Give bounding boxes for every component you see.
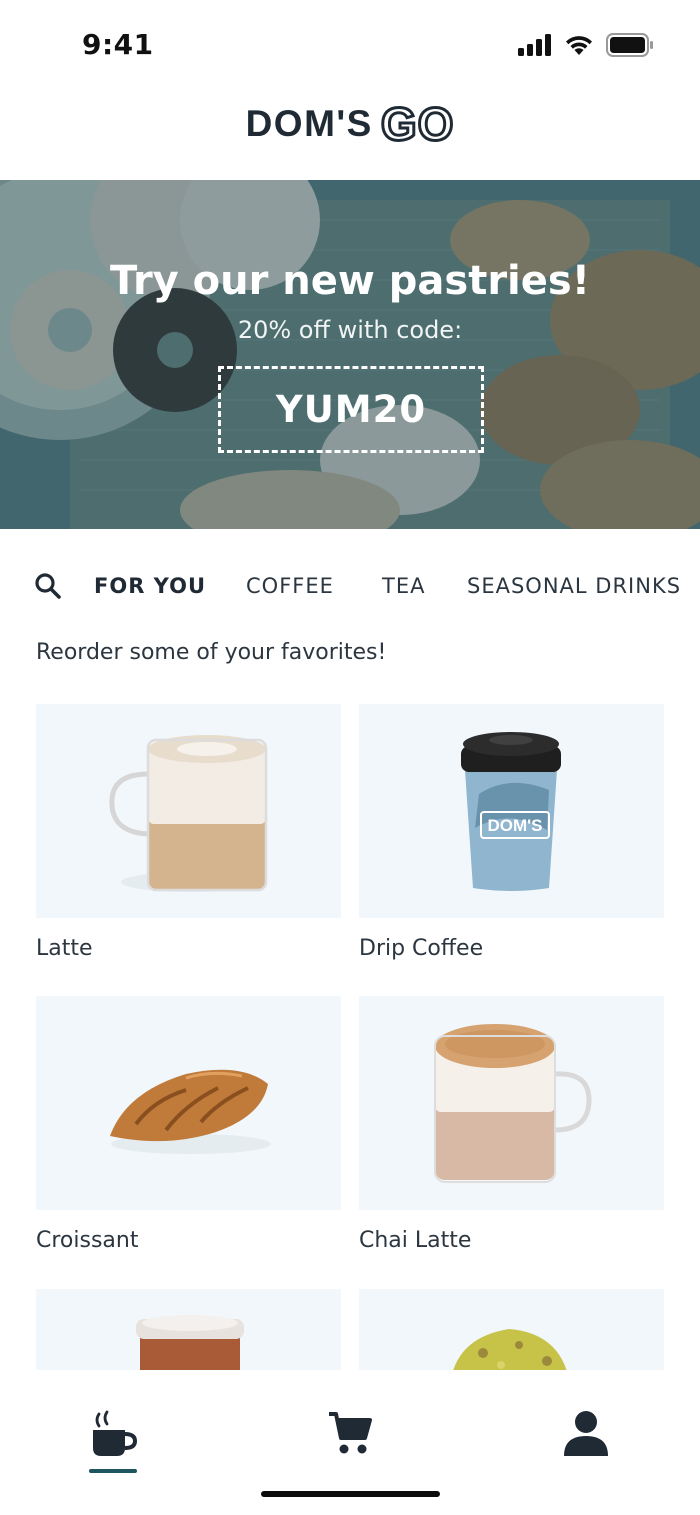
app-logo: DOM'S GO	[0, 96, 700, 152]
drip-coffee-cup-image: DOM'S	[461, 732, 561, 891]
status-icons	[518, 33, 654, 57]
promo-title: Try our new pastries!	[110, 258, 590, 304]
promo-banner[interactable]: Try our new pastries! 20% off with code:…	[0, 180, 700, 529]
promo-code-box[interactable]: YUM20	[218, 366, 484, 453]
product-name: Drip Coffee	[359, 936, 484, 961]
hero-overlay	[0, 180, 700, 529]
bottom-tab-bar	[0, 1370, 700, 1515]
search-icon	[35, 573, 61, 599]
tab-tea[interactable]: TEA	[382, 574, 425, 598]
status-bar: 9:41	[0, 0, 700, 92]
product-card-latte[interactable]: Latte	[36, 704, 341, 961]
promo-code: YUM20	[275, 388, 427, 431]
croissant-image	[110, 1069, 271, 1154]
product-name: Latte	[36, 936, 93, 961]
active-tab-indicator	[89, 1469, 137, 1473]
product-image	[359, 996, 664, 1210]
home-indicator	[261, 1491, 440, 1497]
logo-suffix: GO	[379, 97, 455, 152]
category-tabs: FOR YOU COFFEE TEA SEASONAL DRINKS	[0, 562, 700, 610]
svg-text:DOM'S: DOM'S	[487, 816, 542, 835]
product-name: Croissant	[36, 1228, 139, 1253]
tab-menu[interactable]	[83, 1410, 143, 1470]
user-icon	[564, 1411, 608, 1456]
cart-icon	[329, 1412, 372, 1454]
logo-brand: DOM'S	[245, 103, 373, 144]
status-time: 9:41	[82, 28, 154, 61]
favorites-heading: Reorder some of your favorites!	[36, 640, 387, 665]
tab-cart[interactable]	[320, 1410, 380, 1470]
tab-profile[interactable]	[556, 1410, 616, 1470]
tab-for-you[interactable]: FOR YOU	[94, 574, 206, 598]
battery-icon	[606, 33, 653, 57]
chai-latte-mug-image	[434, 1024, 592, 1183]
product-image: DOM'S	[359, 704, 664, 918]
product-card-drip-coffee[interactable]: DOM'S Drip Coffee	[359, 704, 664, 961]
wifi-icon	[566, 36, 592, 55]
latte-glass-image	[109, 735, 268, 892]
product-name: Chai Latte	[359, 1228, 472, 1253]
product-image	[36, 704, 341, 918]
tab-coffee[interactable]: COFFEE	[246, 574, 334, 598]
signal-icon	[518, 34, 551, 56]
search-button[interactable]	[34, 572, 62, 600]
tab-seasonal-drinks[interactable]: SEASONAL DRINKS	[467, 574, 681, 598]
product-card-croissant[interactable]: Croissant	[36, 996, 341, 1253]
product-card-chai-latte[interactable]: Chai Latte	[359, 996, 664, 1253]
coffee-cup-icon	[93, 1410, 137, 1456]
promo-subtitle: 20% off with code:	[237, 316, 463, 344]
product-image	[36, 996, 341, 1210]
